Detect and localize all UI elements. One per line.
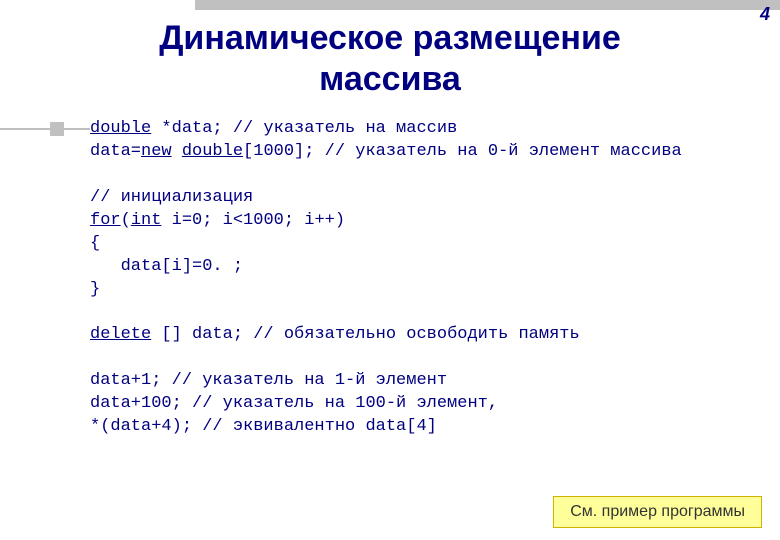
keyword-for: for xyxy=(90,211,121,230)
code-text: *data; // указатель на массив xyxy=(151,119,457,138)
code-text xyxy=(172,142,182,161)
code-brace: { xyxy=(90,234,100,253)
code-text: [1000]; // указатель на 0-й элемент масс… xyxy=(243,142,682,161)
code-text: i=0; i<1000; i++) xyxy=(161,211,345,230)
keyword-delete: delete xyxy=(90,325,151,344)
code-text: [] data; // обязательно освободить памят… xyxy=(151,325,579,344)
top-bar xyxy=(195,0,780,10)
keyword-double: double xyxy=(90,119,151,138)
footer-note: См. пример программы xyxy=(553,496,762,528)
code-text: ( xyxy=(121,211,131,230)
keyword-double: double xyxy=(182,142,243,161)
page-number: 4 xyxy=(760,4,770,25)
code-text: data[i]=0. ; xyxy=(90,257,243,276)
code-text: *(data+4); // эквивалентно data[4] xyxy=(90,417,437,436)
code-block: double *data; // указатель на массив dat… xyxy=(90,118,760,439)
keyword-new: new xyxy=(141,142,172,161)
decoration-square xyxy=(50,122,64,136)
slide-title: Динамическое размещение массива xyxy=(90,18,690,100)
code-text: data= xyxy=(90,142,141,161)
code-comment: // инициализация xyxy=(90,188,253,207)
code-text: data+100; // указатель на 100-й элемент, xyxy=(90,394,498,413)
code-brace: } xyxy=(90,280,100,299)
keyword-int: int xyxy=(131,211,162,230)
code-text: data+1; // указатель на 1-й элемент xyxy=(90,371,447,390)
decoration-line xyxy=(0,128,90,130)
